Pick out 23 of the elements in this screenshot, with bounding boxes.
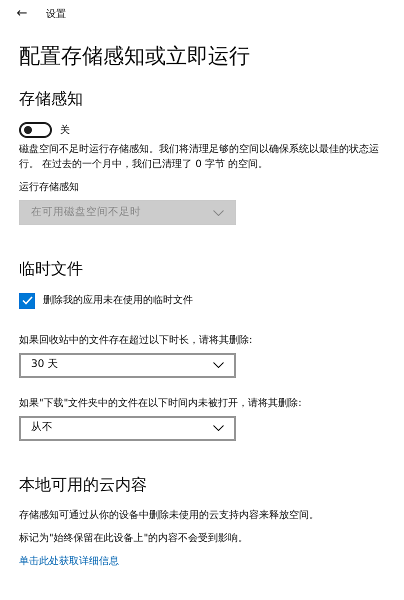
description-text: 标记为"始终保留在此设备上"的内容不会受到影响。 — [19, 532, 250, 546]
chevron-down-icon — [213, 210, 224, 216]
dropdown[interactable]: 从不 — [19, 416, 236, 441]
checkbox-label: 删除我的应用未在使用的临时文件 — [43, 294, 193, 308]
window-title: 设置 — [46, 8, 66, 22]
dropdown-label: 如果"下载"文件夹中的文件在以下时间内未被打开，请将其删除: — [19, 396, 303, 411]
toggle-switch[interactable] — [19, 122, 52, 138]
dropdown[interactable]: 30 天 — [19, 352, 236, 378]
section-heading: 临时文件 — [19, 259, 84, 279]
chevron-down-icon — [213, 362, 224, 368]
page-heading: 配置存储感知或立即运行 — [19, 44, 251, 70]
dropdown-label: 如果回收站中的文件存在超过以下时长，请将其删除: — [19, 334, 254, 348]
section-heading: 本地可用的云内容 — [19, 474, 148, 494]
description-text: 存储感知可通过从你的设备中删除未使用的云支持内容来释放空间。 — [19, 508, 320, 523]
checkmark-icon — [22, 296, 32, 306]
dropdown-label: 运行存储感知 — [19, 180, 80, 196]
details-link[interactable]: 单击此处获取详细信息 — [19, 556, 119, 567]
toggle-label: 关 — [60, 124, 70, 138]
chevron-down-icon — [213, 425, 224, 432]
back-button[interactable]: ← — [12, 4, 32, 24]
checkbox[interactable] — [19, 292, 35, 309]
description-text: 磁盘空间不足时运行存储感知。我们将清理足够的空间以确保系统以最佳的状态运行。 在过去的一个月中，我们已清理了 0 字节 的空间。 — [19, 142, 379, 172]
section-heading: 存储感知 — [19, 89, 84, 108]
